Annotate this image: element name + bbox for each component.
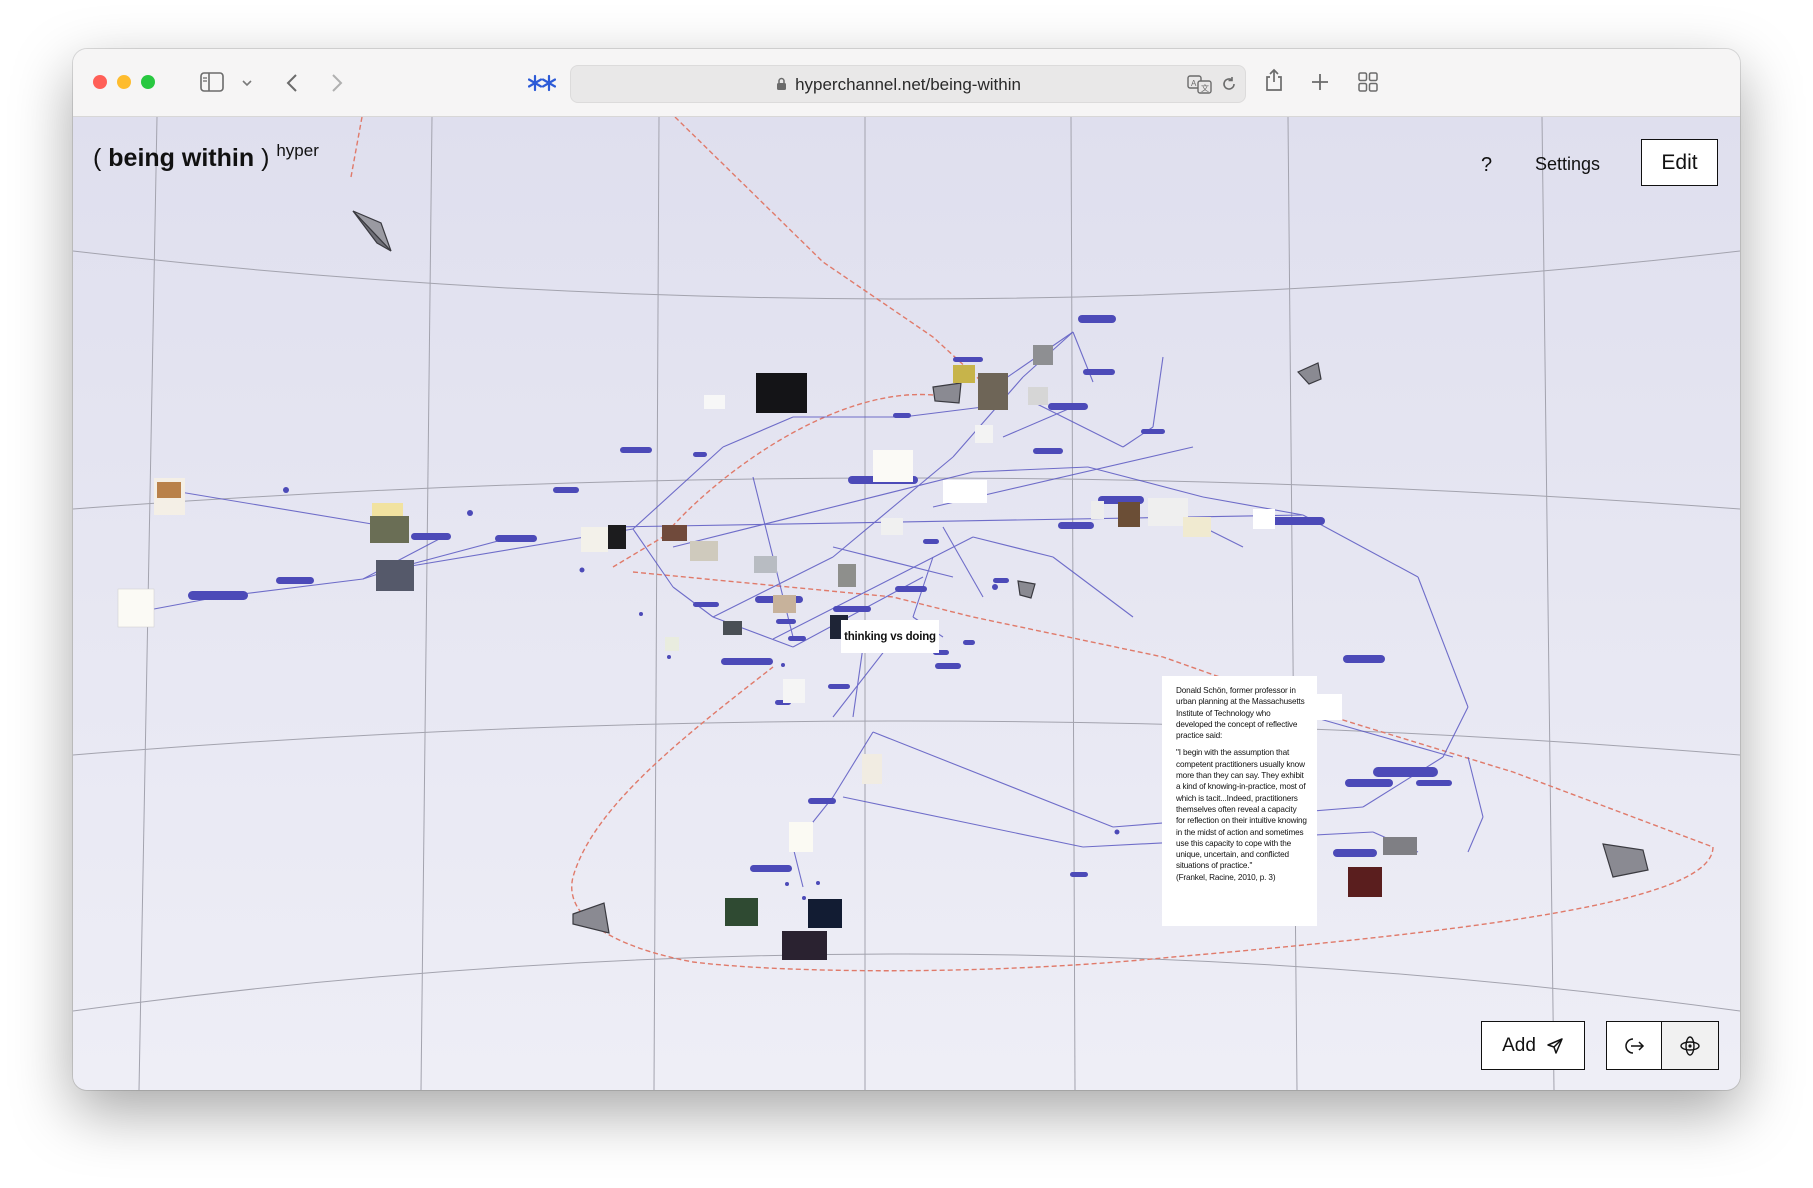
title-open-paren: ( bbox=[93, 144, 102, 172]
node-card-thinking-vs-doing[interactable]: thinking vs doing bbox=[841, 620, 939, 653]
svg-text:A: A bbox=[1191, 79, 1197, 88]
forward-icon[interactable] bbox=[331, 73, 343, 93]
browser-toolbar: hyperchannel.net/being-within A 文 bbox=[73, 49, 1740, 117]
add-label: Add bbox=[1502, 1034, 1536, 1056]
minimize-window-button[interactable] bbox=[117, 75, 131, 89]
quote-citation: (Frankel, Racine, 2010, p. 3) bbox=[1176, 872, 1276, 882]
tab-overview-icon[interactable] bbox=[1358, 72, 1378, 92]
tab-group-icon[interactable] bbox=[528, 74, 556, 92]
quote-body: "I begin with the assumption that compet… bbox=[1176, 748, 1307, 871]
reload-icon[interactable] bbox=[1220, 75, 1238, 93]
add-button[interactable]: Add bbox=[1481, 1021, 1585, 1070]
title-superscript: hyper bbox=[276, 141, 319, 160]
orbit-button[interactable] bbox=[1661, 1021, 1719, 1070]
share-icon[interactable] bbox=[1264, 68, 1284, 92]
page-title: ( being within ) hyper bbox=[93, 141, 319, 173]
node-card-schon-quote[interactable]: Donald Schön, former professor in urban … bbox=[1162, 676, 1317, 926]
back-icon[interactable] bbox=[286, 73, 298, 93]
browser-window: hyperchannel.net/being-within A 文 (bein… bbox=[73, 49, 1740, 1090]
orbit-icon bbox=[1680, 1035, 1700, 1056]
edit-button[interactable]: Edit bbox=[1641, 139, 1718, 186]
svg-text:文: 文 bbox=[1201, 83, 1209, 93]
translate-icon[interactable]: A 文 bbox=[1187, 74, 1213, 94]
chevron-down-icon[interactable] bbox=[242, 79, 252, 87]
exit-view-button[interactable] bbox=[1606, 1021, 1664, 1070]
camera-markers bbox=[352, 210, 1649, 934]
settings-button[interactable]: Settings bbox=[1535, 154, 1600, 175]
graph-scene[interactable] bbox=[73, 117, 1740, 1090]
perspective-grid bbox=[73, 117, 1740, 1090]
close-window-button[interactable] bbox=[93, 75, 107, 89]
graph-canvas[interactable]: ( being within ) hyper ? Settings Edit t… bbox=[73, 117, 1740, 1090]
quote-intro: Donald Schön, former professor in urban … bbox=[1176, 686, 1305, 741]
paper-plane-icon bbox=[1547, 1037, 1563, 1054]
sidebar-icon[interactable] bbox=[200, 72, 224, 92]
new-tab-icon[interactable] bbox=[1311, 73, 1329, 91]
camera-path bbox=[350, 117, 1714, 972]
help-button[interactable]: ? bbox=[1481, 154, 1492, 177]
url-text: hyperchannel.net/being-within bbox=[795, 75, 1021, 94]
zoom-window-button[interactable] bbox=[141, 75, 155, 89]
exit-view-icon bbox=[1625, 1037, 1645, 1054]
title-close-paren: ) bbox=[261, 144, 270, 172]
title-main: being within bbox=[108, 144, 255, 172]
address-bar[interactable]: hyperchannel.net/being-within A 文 bbox=[570, 65, 1246, 103]
